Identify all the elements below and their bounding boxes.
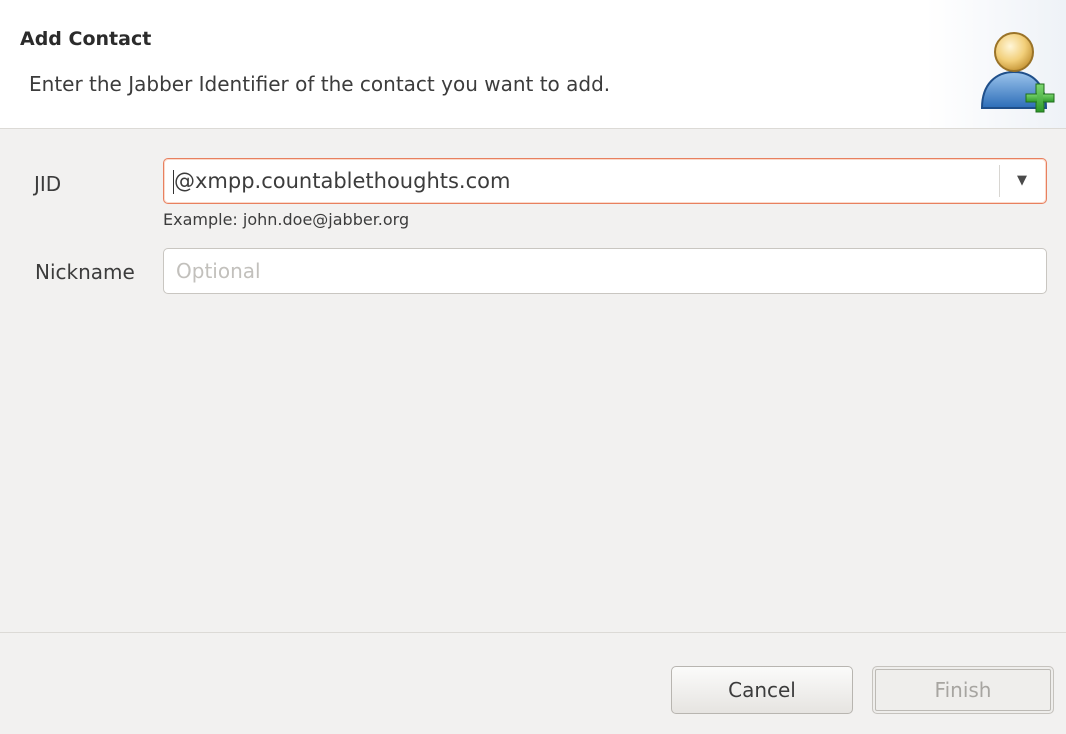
dialog-description: Enter the Jabber Identifier of the conta…	[29, 72, 611, 96]
nickname-label: Nickname	[35, 260, 135, 284]
jid-label: JID	[34, 172, 62, 196]
dialog-title: Add Contact	[20, 28, 152, 50]
jid-example-hint: Example: john.doe@jabber.org	[163, 210, 410, 229]
nickname-input[interactable]	[163, 248, 1047, 294]
cancel-button[interactable]: Cancel	[671, 666, 853, 714]
add-contact-dialog: Add Contact Enter the Jabber Identifier …	[0, 0, 1066, 734]
footer-divider	[0, 632, 1066, 633]
header-banner: Add Contact Enter the Jabber Identifier …	[0, 0, 1066, 129]
combo-divider	[999, 165, 1000, 197]
jid-input-value[interactable]: @xmpp.countablethoughts.com	[174, 169, 510, 193]
jid-combobox[interactable]: @xmpp.countablethoughts.com ▼	[163, 158, 1047, 204]
add-contact-icon	[980, 32, 1055, 113]
dropdown-arrow-icon[interactable]: ▼	[1012, 171, 1032, 191]
finish-button[interactable]: Finish	[872, 666, 1054, 714]
